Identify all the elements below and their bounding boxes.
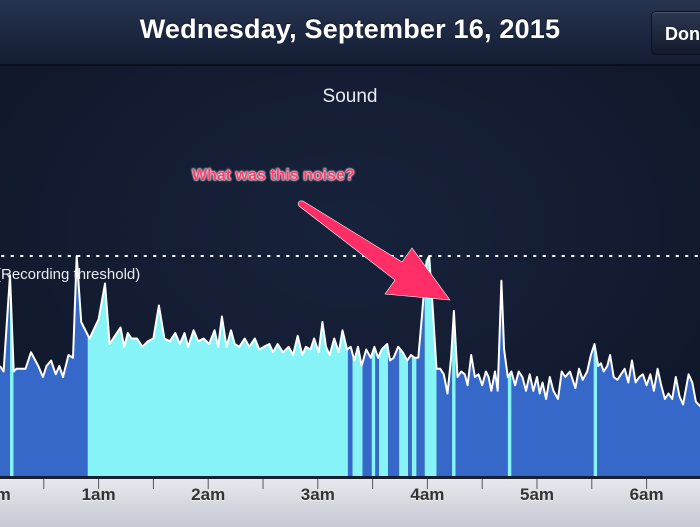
x-tick-label: 3am bbox=[300, 485, 335, 504]
x-tick-label: 2am bbox=[191, 485, 226, 504]
x-tick-label: 1am bbox=[81, 485, 116, 504]
threshold-label: (Recording threshold) bbox=[0, 266, 141, 283]
annotation-text: What was this noise? bbox=[192, 167, 355, 184]
x-tick-label: 12am bbox=[0, 485, 11, 504]
x-tick-label: 6am bbox=[629, 485, 664, 504]
done-button[interactable]: Done bbox=[651, 11, 700, 55]
chart-title: Sound bbox=[322, 86, 378, 107]
page-title: Wednesday, September 16, 2015 bbox=[139, 14, 561, 44]
x-tick-label: 5am bbox=[519, 485, 555, 504]
header-bar: Wednesday, September 16, 2015 Done bbox=[0, 0, 700, 66]
x-tick-label: 4am bbox=[410, 485, 445, 504]
